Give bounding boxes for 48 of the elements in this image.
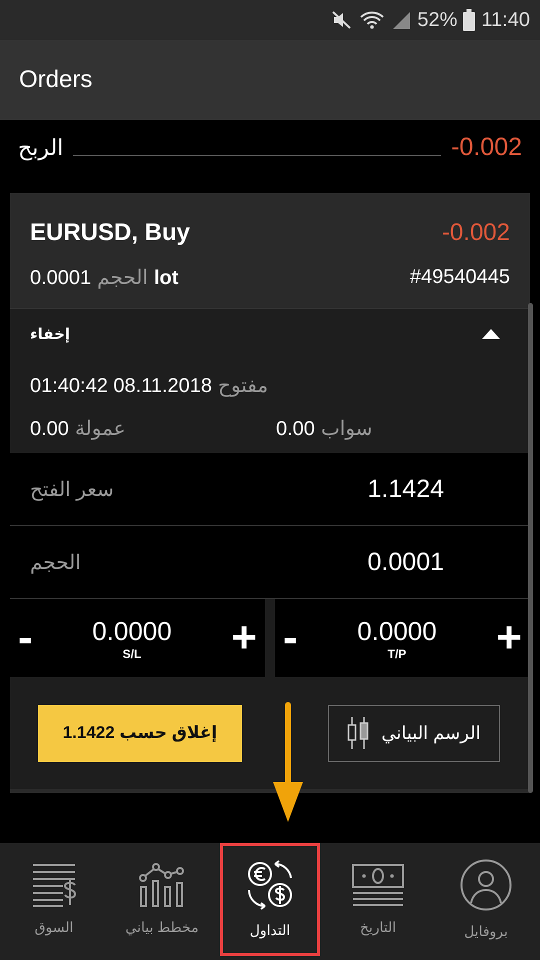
bar-chart-icon bbox=[139, 863, 185, 907]
volume-unit: lot bbox=[154, 267, 178, 290]
minus-button[interactable]: - bbox=[275, 616, 306, 660]
candlestick-icon bbox=[347, 717, 370, 749]
nav-tab[interactable]: السوق bbox=[4, 843, 104, 956]
battery-icon bbox=[463, 9, 476, 31]
banknote-icon bbox=[351, 863, 405, 907]
price-list-icon bbox=[31, 863, 77, 907]
swap-value: 0.00 bbox=[276, 418, 315, 441]
commission-label: عمولة bbox=[74, 417, 126, 441]
nav-tab[interactable]: بروفايل bbox=[436, 843, 536, 956]
plus-button[interactable]: + bbox=[223, 616, 265, 660]
currency-exchange-icon bbox=[245, 860, 295, 910]
clock: 11:40 bbox=[481, 8, 530, 32]
caret-icon[interactable] bbox=[482, 329, 500, 339]
close-position-button[interactable]: إغلاق حسب 1.1422 bbox=[38, 704, 242, 762]
profit-label: الربح bbox=[18, 134, 64, 160]
mute-icon bbox=[331, 10, 354, 30]
stepper-value[interactable]: 0.0000 bbox=[92, 616, 172, 646]
wifi-icon bbox=[359, 10, 386, 30]
open-time: 01:40:42 08.11.2018 bbox=[30, 375, 212, 398]
volume-value: 0.0001 bbox=[30, 267, 92, 290]
hide-toggle[interactable]: إخفاء bbox=[30, 325, 70, 343]
nav-tab[interactable]: مخطط بياني bbox=[112, 843, 212, 956]
stepper-value[interactable]: 0.0000 bbox=[357, 616, 437, 646]
stepper-caption: S/L bbox=[122, 646, 142, 660]
ticket-number: #49540445 bbox=[410, 266, 510, 289]
order-symbol: EURUSD, Buy bbox=[30, 219, 190, 247]
profit-value: -0.002 bbox=[451, 133, 522, 162]
minus-button[interactable]: - bbox=[10, 616, 41, 660]
field-label: سعر الفتح bbox=[30, 478, 114, 502]
commission-value: 0.00 bbox=[30, 418, 69, 441]
chart-button[interactable]: الرسم البياني bbox=[328, 704, 500, 762]
order-profit: -0.002 bbox=[442, 219, 510, 247]
field-label: الحجم bbox=[30, 550, 81, 574]
stepper-caption: T/P bbox=[388, 646, 406, 660]
field-value: 0.0001 bbox=[368, 548, 444, 576]
field-value: 1.1424 bbox=[368, 474, 444, 504]
plus-button[interactable]: + bbox=[488, 616, 530, 660]
screen-title: Orders bbox=[19, 66, 92, 94]
nav-tab[interactable]: التاريخ bbox=[328, 843, 428, 956]
signal-icon bbox=[391, 10, 412, 30]
battery-percent: 52% bbox=[417, 8, 458, 32]
volume-label: الحجم bbox=[97, 266, 148, 290]
nav-tab[interactable]: التداول bbox=[220, 843, 320, 956]
swap-label: سواب bbox=[320, 417, 372, 441]
open-label: مفتوح bbox=[218, 374, 268, 398]
user-icon bbox=[460, 859, 512, 911]
